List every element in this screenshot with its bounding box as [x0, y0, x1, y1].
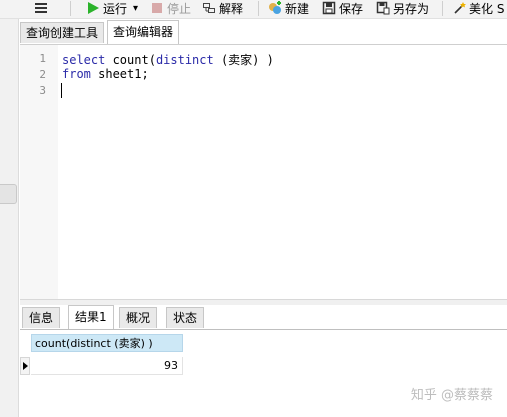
new-label: 新建 [285, 1, 310, 16]
current-row-arrow-icon [23, 362, 28, 370]
result-tabs: 信息 结果1 概况 状态 [20, 305, 507, 330]
code-text: count( [105, 53, 156, 67]
code-text: (卖家) ) [213, 53, 274, 67]
left-panel-strip [0, 19, 19, 417]
code-line-1: select count(distinct (卖家) ) [62, 51, 274, 68]
beautify-button[interactable]: 美化 S [452, 0, 504, 16]
new-query-icon [268, 1, 282, 15]
beautify-label: 美化 S [469, 1, 505, 16]
toolbar: 运行 ▾ 停止 解释 新建 保存 另存为 美化 S [0, 0, 507, 19]
tab-query-editor[interactable]: 查询编辑器 [107, 20, 180, 44]
line-number-gutter: 1 2 3 [20, 45, 58, 300]
stop-icon [150, 1, 164, 15]
tab-overview[interactable]: 概况 [119, 307, 158, 328]
line-number: 3 [39, 84, 46, 97]
tab-status[interactable]: 状态 [166, 307, 205, 328]
results-grid: count(distinct (卖家) ) 93 [20, 330, 507, 417]
text-cursor [61, 83, 62, 98]
stop-label: 停止 [167, 1, 192, 16]
keyword-from: from [62, 67, 91, 81]
toolbar-separator [258, 1, 259, 16]
toolbar-separator [442, 1, 443, 16]
row-selector[interactable] [20, 357, 30, 375]
run-label: 运行 [103, 1, 128, 16]
keyword-distinct: distinct [155, 53, 214, 67]
explain-icon [202, 1, 216, 15]
play-icon [86, 1, 100, 15]
toolbar-separator [70, 1, 71, 16]
run-dropdown-icon[interactable]: ▾ [133, 3, 138, 14]
save-as-icon [376, 1, 390, 15]
menu-button[interactable] [34, 0, 51, 16]
watermark: 知乎 @蔡蔡蔡 [410, 388, 493, 403]
tab-info[interactable]: 信息 [22, 307, 61, 328]
table-cell[interactable]: 93 [31, 357, 183, 375]
tab-result1[interactable]: 结果1 [68, 305, 114, 329]
stop-button[interactable]: 停止 [150, 0, 191, 16]
hamburger-icon [34, 1, 48, 15]
save-icon [322, 1, 336, 15]
column-header[interactable]: count(distinct (卖家) ) [31, 334, 183, 352]
panel-collapse-handle[interactable] [0, 184, 17, 204]
save-as-label: 另存为 [393, 1, 430, 16]
new-button[interactable]: 新建 [268, 0, 309, 16]
code-line-2: from sheet1; [62, 67, 149, 81]
save-as-button[interactable]: 另存为 [376, 0, 429, 16]
save-button[interactable]: 保存 [322, 0, 363, 16]
sql-editor[interactable]: 1 2 3 select count(distinct (卖家) ) from … [20, 44, 507, 300]
explain-button[interactable]: 解释 [202, 0, 243, 16]
line-number: 1 [39, 52, 46, 65]
line-number: 2 [39, 68, 46, 81]
save-label: 保存 [339, 1, 364, 16]
magic-wand-icon [452, 1, 466, 15]
explain-label: 解释 [219, 1, 244, 16]
code-text: sheet1; [90, 67, 149, 81]
tab-query-builder[interactable]: 查询创建工具 [20, 22, 105, 43]
keyword-select: select [62, 53, 106, 67]
run-button[interactable]: 运行 ▾ [86, 0, 138, 16]
